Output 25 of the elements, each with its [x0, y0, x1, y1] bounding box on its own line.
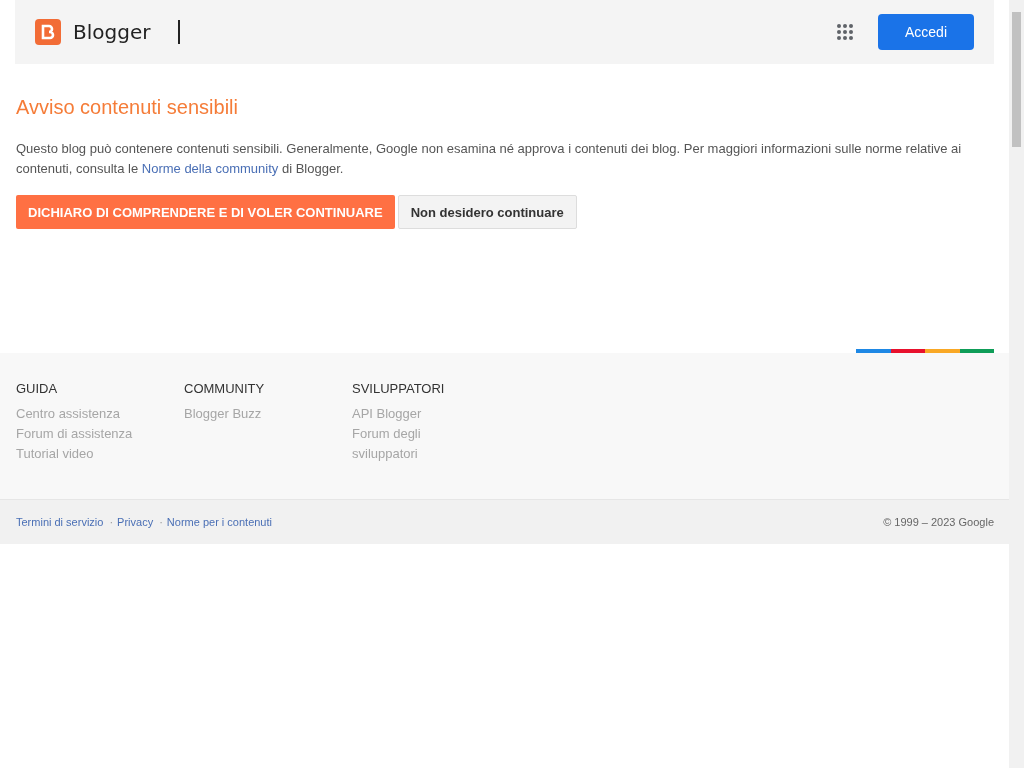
community-link[interactable]: Norme della community: [141, 161, 279, 176]
footer-link[interactable]: Privacy: [117, 516, 154, 528]
apps-grid-icon[interactable]: [836, 23, 854, 41]
signin-button[interactable]: Accedi: [878, 14, 974, 50]
footer-link[interactable]: Centro assistenza: [16, 404, 184, 424]
footer-link[interactable]: Termini di servizio: [16, 516, 104, 528]
blogger-logo-icon: [35, 19, 61, 45]
continue-button[interactable]: DICHIARO DI COMPRENDERE E DI VOLER CONTINUARE: [16, 195, 395, 229]
copyright-text: © 1999 – 2023 Google: [883, 516, 994, 528]
footer-link[interactable]: Forum di assistenza: [16, 424, 184, 444]
footer-heading: SVILUPPATORI: [352, 381, 442, 396]
logo-text[interactable]: Blogger: [73, 20, 151, 44]
footer-link[interactable]: Norme per i contenuti: [166, 516, 272, 528]
warning-text: Questo blog può contenere contenuti sensibili. Generalmente, Google non esamina né approva i contenuti dei blog. Per maggiori informazioni sulle norme relative ai contenuti, consulta le Norme della community di Blogger.: [16, 140, 963, 178]
separator: ·: [159, 516, 163, 528]
footer-link[interactable]: API Blogger: [352, 404, 442, 424]
footer-link[interactable]: Forum degli sviluppatori: [352, 424, 442, 464]
page-title: Avviso contenuti sensibili: [16, 96, 239, 119]
footer-heading: COMMUNITY: [184, 381, 266, 396]
scrollbar[interactable]: [1009, 0, 1024, 768]
separator: ·: [109, 516, 114, 528]
footer-link[interactable]: Blogger Buzz: [184, 404, 352, 424]
footer-link[interactable]: Tutorial video: [16, 444, 184, 464]
footer-heading: GUIDA: [16, 381, 59, 396]
decline-button[interactable]: Non desidero continuare: [397, 195, 577, 229]
